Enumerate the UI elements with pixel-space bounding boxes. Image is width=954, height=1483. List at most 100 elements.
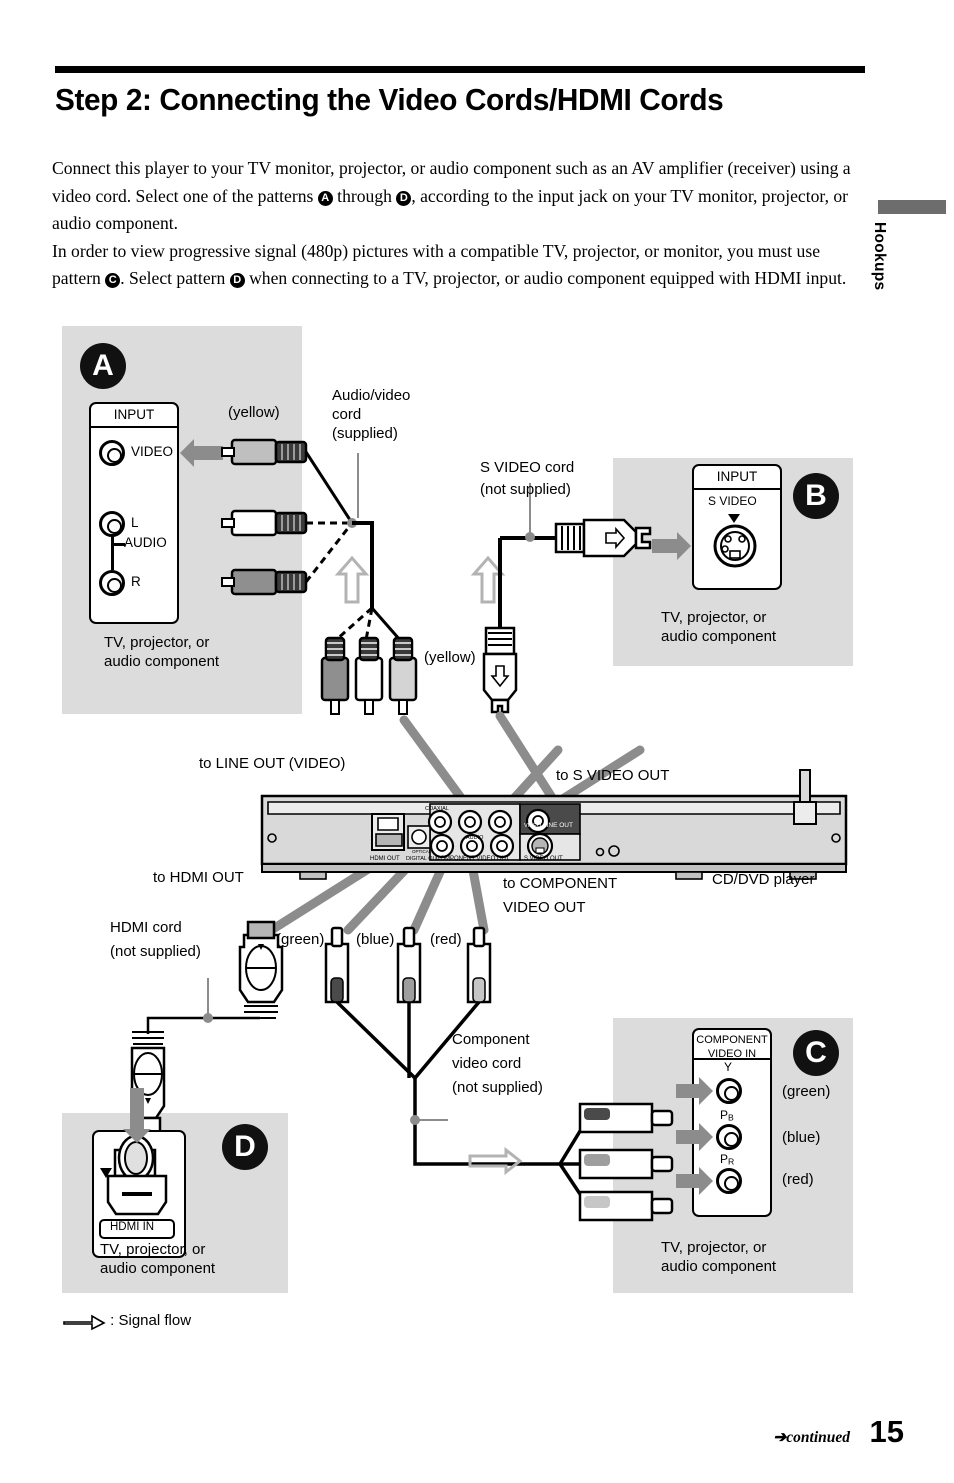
- callout-component-out-line1: to COMPONENT: [503, 875, 618, 892]
- pattern-badge-d-inline-2: D: [229, 273, 245, 288]
- callout-hdmi-out: to HDMI OUT: [153, 869, 244, 886]
- s-video-plug-vertical: [482, 626, 518, 714]
- panel-b-box-header: INPUT: [694, 466, 780, 490]
- panel-c-box-header: COMPONENT VIDEO IN: [694, 1030, 770, 1060]
- panel-d-device-line1: TV, projector, or: [100, 1241, 206, 1258]
- section-tab-bar: [878, 200, 946, 214]
- manual-page: Step 2: Connecting the Video Cords/HDMI …: [0, 0, 954, 1483]
- signal-flow-legend: : Signal flow: [62, 1312, 192, 1331]
- panel-c-arrow-pb: [676, 1123, 713, 1151]
- av-cord-trunk: [352, 521, 374, 608]
- s-video-cord-label-line2: (not supplied): [480, 481, 571, 498]
- pattern-badge-c-inline: C: [105, 273, 121, 288]
- panel-c-color-red: (red): [782, 1171, 814, 1188]
- rca-plug-vertical-red: [320, 636, 350, 715]
- rca-plug-red-horizontal: [221, 568, 308, 596]
- panel-b-signal-arrow: [652, 532, 691, 560]
- page-title: Step 2: Connecting the Video Cords/HDMI …: [55, 82, 724, 117]
- panel-c-header-line1: COMPONENT: [696, 1034, 768, 1046]
- av-cord-out-mid: [364, 607, 374, 641]
- signal-flow-legend-label: : Signal flow: [110, 1312, 192, 1329]
- av-cord-label-line1: Audio/video: [332, 387, 411, 404]
- player-rear-panel: COAXIAL AUDIO VIDEO LINE OUT HDMI OUT DI…: [260, 769, 848, 880]
- cord-video-branch: [304, 451, 354, 524]
- svg-text:LINE OUT: LINE OUT: [543, 822, 573, 829]
- panel-b-input-box: INPUT: [692, 464, 782, 590]
- intro-paragraph-1: Connect this player to your TV monitor, …: [52, 155, 864, 238]
- rca-plug-vertical-yellow: [388, 636, 418, 715]
- component-cord-label-line1: Component: [452, 1031, 530, 1048]
- component-pr-jack: [716, 1168, 742, 1194]
- component-color-blue: (blue): [356, 931, 395, 948]
- hdmi-cord-label-line1: HDMI cord: [110, 919, 182, 936]
- connection-diagram: A INPUT VIDEO L R AUDIO TV, projector, o…: [0, 318, 954, 1328]
- panel-c-arrow-y: [676, 1077, 713, 1105]
- av-cord-label-line2: cord: [332, 406, 362, 423]
- rca-plug-white-horizontal: [221, 509, 308, 537]
- panel-c-device-line2: audio component: [661, 1258, 777, 1275]
- panel-b-device-line2: audio component: [661, 628, 777, 645]
- panel-c-color-green: (green): [782, 1083, 831, 1100]
- player-name-label: CD/DVD player: [712, 871, 815, 888]
- page-number: 15: [869, 1414, 904, 1449]
- av-cord-label-line3: (supplied): [332, 425, 398, 442]
- rca-plug-yellow-horizontal: [221, 438, 308, 466]
- component-color-green: (green): [276, 931, 325, 948]
- component-plug-horizontal-blue: [578, 1148, 674, 1180]
- section-tab-label: Hookups: [871, 222, 888, 291]
- component-color-red: (red): [430, 931, 462, 948]
- component-cord-label-line2: video cord: [452, 1055, 522, 1072]
- component-pb-jack: [716, 1124, 742, 1150]
- panel-c-badge: C: [793, 1030, 839, 1076]
- svg-text:COAXIAL: COAXIAL: [425, 806, 449, 812]
- panel-d-badge: D: [222, 1124, 268, 1170]
- pattern-badge-a-inline: A: [317, 190, 333, 206]
- svg-text:HDMI OUT: HDMI OUT: [370, 856, 400, 862]
- svg-text:AUDIO: AUDIO: [466, 835, 484, 841]
- s-video-cord-label-line1: S VIDEO cord: [480, 459, 575, 476]
- hdmi-in-label: HDMI IN: [110, 1221, 155, 1233]
- panel-d-input-box: [92, 1130, 186, 1258]
- s-video-leader-dot: [525, 532, 535, 542]
- pattern-badge-d-inline: D: [396, 190, 412, 206]
- component-plug-blue: [396, 926, 422, 1004]
- callout-s-video-out: to S VIDEO OUT: [556, 767, 670, 784]
- component-pr-label: PR: [720, 1152, 735, 1167]
- intro-text: Connect this player to your TV monitor, …: [52, 155, 864, 293]
- panel-c-device-line1: TV, projector, or: [661, 1239, 767, 1256]
- av-cord-out-right: [370, 607, 402, 641]
- panel-d-device-line2: audio component: [100, 1260, 216, 1277]
- intro-part-2b: . Select pattern: [120, 268, 230, 288]
- component-pb-label: PB: [720, 1108, 734, 1123]
- title-rule: [55, 66, 865, 73]
- component-plug-red: [466, 926, 492, 1004]
- component-plug-horizontal-green: [578, 1102, 674, 1134]
- intro-paragraph-2: In order to view progressive signal (480…: [52, 238, 864, 293]
- intro-part-1b: through: [332, 185, 397, 206]
- continued-text: continued: [786, 1429, 850, 1446]
- svg-text:S VIDEO OUT: S VIDEO OUT: [524, 856, 563, 862]
- s-video-jack-label: S VIDEO: [708, 494, 757, 508]
- svg-text:VIDEO: VIDEO: [524, 823, 542, 829]
- panel-c-arrow-pr: [676, 1167, 713, 1195]
- yellow-label-bottom: (yellow): [424, 649, 476, 666]
- hdmi-cord-leader-dot: [203, 1013, 213, 1023]
- hdmi-cord-label-line2: (not supplied): [110, 943, 201, 960]
- continued-arrow-icon: ➔: [773, 1429, 787, 1446]
- svg-text:COMPONENT VIDEO OUT: COMPONENT VIDEO OUT: [436, 856, 510, 862]
- svg-text:OPTICAL: OPTICAL: [412, 849, 432, 854]
- yellow-label-top: (yellow): [228, 404, 280, 421]
- component-plug-horizontal-red: [578, 1190, 674, 1222]
- rca-plug-vertical-white: [354, 636, 384, 715]
- s-video-plug-horizontal: [554, 518, 652, 558]
- component-y-jack: [716, 1078, 742, 1104]
- component-y-label: Y: [724, 1060, 733, 1074]
- panel-d-signal-arrow: [123, 1088, 151, 1143]
- component-plug-green: [324, 926, 350, 1004]
- panel-c-header-line2: VIDEO IN: [707, 1048, 757, 1060]
- signal-flow-icon: [63, 1314, 106, 1331]
- component-cord-label-line3: (not supplied): [452, 1079, 543, 1096]
- signal-flow-arrow-a: [334, 555, 370, 604]
- intro-part-2c: when connecting to a TV, projector, or a…: [244, 268, 847, 288]
- signal-flow-arrow-b: [470, 555, 506, 604]
